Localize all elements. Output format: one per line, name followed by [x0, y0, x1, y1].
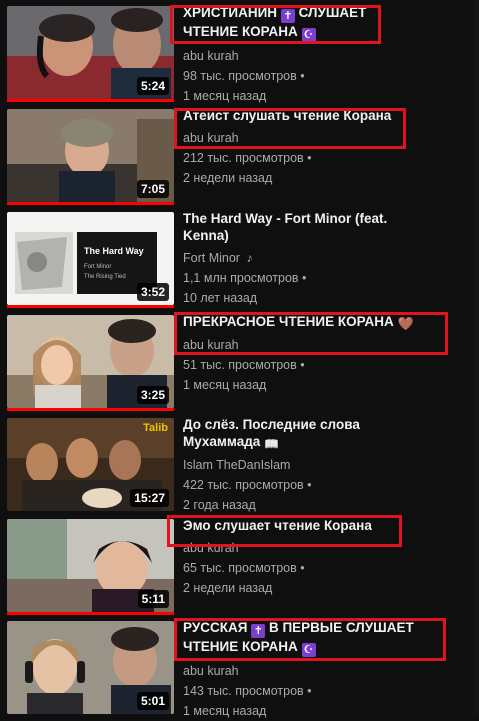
brown-heart-emoji-icon: 🤎	[397, 316, 414, 331]
channel-label: Fort Minor	[183, 251, 240, 265]
video-meta: До слёз. Последние слова Мухаммада 📖 Isl…	[183, 414, 471, 515]
video-title-part: ХРИСТИАНИН	[183, 5, 278, 20]
video-thumbnail[interactable]: 5:11	[7, 519, 174, 612]
album-artist: Fort Minor	[84, 264, 112, 270]
video-thumbnail[interactable]: 3:25	[7, 315, 174, 408]
watch-progress-bar	[7, 99, 174, 102]
upload-age: 1 месяц назад	[183, 704, 267, 718]
video-title[interactable]: Эмо слушает чтение Корана	[183, 517, 418, 534]
video-meta: Эмо слушает чтение Корана abu kurah 65 т…	[183, 515, 471, 598]
video-thumbnail[interactable]: The Hard Way Fort Minor The Rising Tied …	[7, 212, 174, 305]
video-duration: 3:25	[136, 386, 169, 404]
video-title[interactable]: The Hard Way - Fort Minor (feat. Kenna)	[183, 210, 418, 244]
video-thumbnail[interactable]: 5:24	[7, 6, 174, 99]
video-title-part: РУССКАЯ	[183, 620, 248, 635]
video-meta: Атеист слушать чтение Корана abu kurah 2…	[183, 105, 471, 188]
channel-name[interactable]: abu kurah	[183, 46, 471, 66]
video-item[interactable]: 7:05 Атеист слушать чтение Корана abu ku…	[0, 103, 479, 205]
upload-age: 2 недели назад	[183, 581, 273, 595]
upload-age: 1 месяц назад	[183, 378, 267, 392]
view-count: 51 тыс. просмотров •	[183, 358, 305, 372]
album-subtitle: The Rising Tied	[84, 274, 126, 280]
album-title: The Hard Way	[84, 246, 144, 256]
video-title-part: ПРЕКРАСНОЕ ЧТЕНИЕ КОРАНА	[183, 314, 394, 329]
channel-watermark: Talib	[143, 422, 168, 434]
video-item[interactable]: 5:01 РУССКАЯ ✝ В ПЕРВЫЕ СЛУШАЕТ ЧТЕНИЕ К…	[0, 615, 479, 718]
star-crescent-emoji-icon: ☪	[301, 28, 316, 42]
watch-progress-bar	[7, 305, 174, 308]
video-title[interactable]: Атеист слушать чтение Корана	[183, 107, 418, 124]
book-emoji-icon: 📖	[264, 437, 280, 451]
view-count: 1,1 млн просмотров •	[183, 271, 307, 285]
music-note-icon: ♪	[246, 251, 253, 265]
video-meta: РУССКАЯ ✝ В ПЕРВЫЕ СЛУШАЕТ ЧТЕНИЕ КОРАНА…	[183, 617, 471, 721]
video-duration: 7:05	[136, 180, 169, 198]
video-meta: The Hard Way - Fort Minor (feat. Kenna) …	[183, 208, 471, 308]
channel-name[interactable]: abu kurah	[183, 335, 471, 355]
video-item[interactable]: 5:24 ХРИСТИАНИН ✝ СЛУШАЕТ ЧТЕНИЕ КОРАНА …	[0, 0, 479, 103]
view-count: 143 тыс. просмотров •	[183, 684, 312, 698]
cross-emoji-icon: ✝	[280, 9, 295, 23]
upload-age: 2 недели назад	[183, 171, 273, 185]
video-title[interactable]: РУССКАЯ ✝ В ПЕРВЫЕ СЛУШАЕТ ЧТЕНИЕ КОРАНА…	[183, 619, 418, 657]
scrollbar-thumb[interactable]	[473, 0, 479, 715]
video-thumbnail[interactable]: 5:01	[7, 621, 174, 714]
view-count: 212 тыс. просмотров •	[183, 151, 312, 165]
channel-name[interactable]: Fort Minor ♪	[183, 248, 471, 268]
upload-age: 2 года назад	[183, 498, 256, 512]
video-item[interactable]: The Hard Way Fort Minor The Rising Tied …	[0, 206, 479, 308]
cross-emoji-icon: ✝	[251, 624, 266, 638]
channel-name[interactable]: abu kurah	[183, 538, 471, 558]
video-thumbnail[interactable]: Talib 15:27	[7, 418, 174, 511]
video-thumbnail[interactable]: 7:05	[7, 109, 174, 202]
channel-name[interactable]: abu kurah	[183, 661, 471, 681]
video-item[interactable]: 3:25 ПРЕКРАСНОЕ ЧТЕНИЕ КОРАНА 🤎 abu kura…	[0, 309, 479, 411]
view-count: 422 тыс. просмотров •	[183, 478, 312, 492]
scrollbar[interactable]	[473, 0, 479, 715]
channel-name[interactable]: abu kurah	[183, 128, 471, 148]
upload-age: 10 лет назад	[183, 291, 258, 305]
video-duration: 3:52	[136, 283, 169, 301]
video-duration: 5:24	[136, 77, 169, 95]
watch-progress-bar	[7, 202, 174, 205]
video-meta: ПРЕКРАСНОЕ ЧТЕНИЕ КОРАНА 🤎 abu kurah 51 …	[183, 311, 471, 395]
video-duration: 5:01	[136, 692, 169, 710]
video-title[interactable]: ПРЕКРАСНОЕ ЧТЕНИЕ КОРАНА 🤎	[183, 313, 418, 331]
channel-name[interactable]: Islam TheDanIslam	[183, 455, 471, 475]
video-title[interactable]: До слёз. Последние слова Мухаммада 📖	[183, 416, 418, 451]
video-duration: 15:27	[130, 489, 169, 507]
video-meta: ХРИСТИАНИН ✝ СЛУШАЕТ ЧТЕНИЕ КОРАНА ☪ abu…	[183, 2, 471, 106]
view-count: 65 тыс. просмотров •	[183, 561, 305, 575]
watch-progress-bar	[7, 408, 174, 411]
view-count: 98 тыс. просмотров •	[183, 69, 305, 83]
star-crescent-emoji-icon: ☪	[301, 643, 316, 657]
video-duration: 5:11	[137, 590, 169, 608]
video-item[interactable]: 5:11 Эмо слушает чтение Корана abu kurah…	[0, 513, 479, 615]
video-item[interactable]: Talib 15:27 До слёз. Последние слова Мух…	[0, 412, 479, 514]
video-title[interactable]: ХРИСТИАНИН ✝ СЛУШАЕТ ЧТЕНИЕ КОРАНА ☪	[183, 4, 418, 42]
